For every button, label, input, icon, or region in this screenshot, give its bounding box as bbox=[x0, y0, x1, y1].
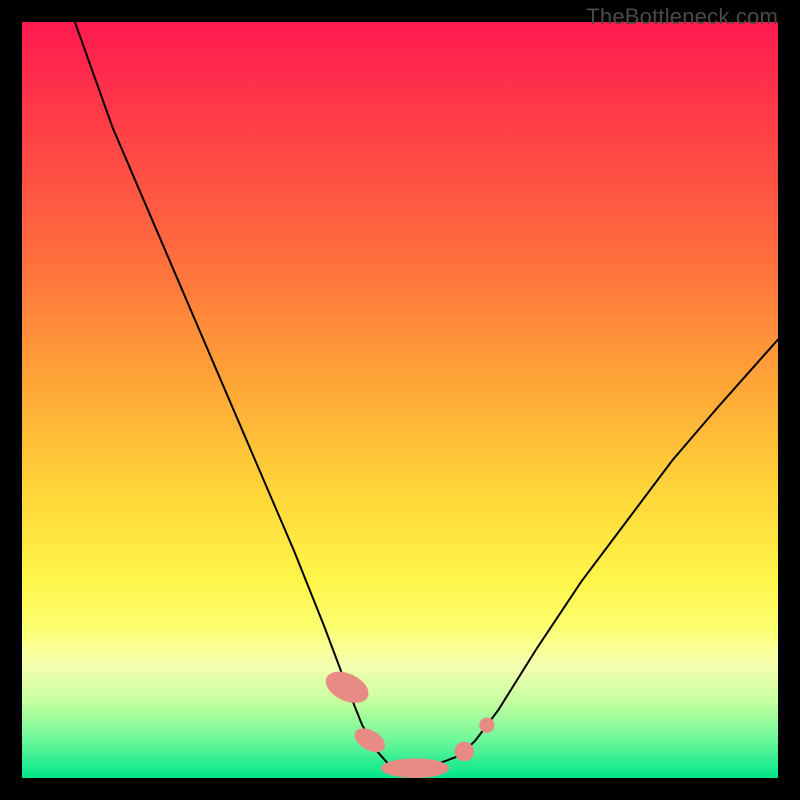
attribution-text: TheBottleneck.com bbox=[586, 4, 778, 30]
marker-0 bbox=[321, 665, 374, 709]
chart-frame: TheBottleneck.com bbox=[0, 0, 800, 800]
marker-4 bbox=[479, 718, 494, 733]
plot-area bbox=[22, 22, 778, 778]
marker-1 bbox=[351, 723, 390, 757]
marker-2 bbox=[381, 758, 449, 778]
marker-3 bbox=[455, 742, 475, 762]
series-right-curve bbox=[400, 340, 778, 769]
curve-overlay bbox=[22, 22, 778, 778]
series-left-curve bbox=[75, 22, 400, 769]
